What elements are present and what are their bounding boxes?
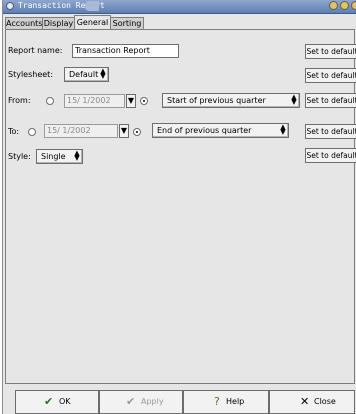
tab-general[interactable]: General xyxy=(74,15,111,30)
stylesheet-value: Default xyxy=(69,70,99,79)
close-label: Close xyxy=(314,397,336,406)
help-icon: ? xyxy=(214,395,220,408)
from-label: From: xyxy=(8,96,31,105)
from-date-field[interactable]: 15/ 1/2002 xyxy=(64,94,125,108)
report-options-window: Transaction Report Accounts Display Gene… xyxy=(2,0,356,414)
stylesheet-label: Stylesheet: xyxy=(8,70,54,79)
title-separator xyxy=(85,1,99,11)
ok-icon: ✔ xyxy=(44,395,54,408)
chevron-down-icon: ▼ xyxy=(120,126,128,135)
style-value: Single xyxy=(41,152,66,161)
from-relative-value: Start of previous quarter xyxy=(167,96,266,105)
close-window-icon[interactable] xyxy=(351,1,356,10)
general-panel: Report name: Transaction Report Set to d… xyxy=(5,29,356,384)
updown-icon: ▲ ▼ xyxy=(291,93,297,106)
style-select[interactable]: Single ▲ ▼ xyxy=(36,149,83,164)
chevron-down-icon: ▼ xyxy=(127,96,135,105)
updown-icon: ▲ ▼ xyxy=(280,123,286,136)
apply-button[interactable]: ✔ Apply xyxy=(99,390,183,414)
from-absolute-radio[interactable] xyxy=(46,97,54,105)
stylesheet-select[interactable]: Default ▲ ▼ xyxy=(64,67,109,82)
apply-label: Apply xyxy=(141,397,164,406)
style-default-button[interactable]: Set to default xyxy=(305,148,356,163)
updown-icon: ▲ ▼ xyxy=(74,149,80,162)
help-label: Help xyxy=(226,397,245,406)
dialog-button-bar: ✔ OK ✔ Apply ? Help ✕ Close xyxy=(15,390,355,414)
style-label: Style: xyxy=(8,152,31,161)
to-default-button[interactable]: Set to default xyxy=(305,124,356,139)
ok-button[interactable]: ✔ OK xyxy=(15,390,99,414)
updown-icon: ▲ ▼ xyxy=(100,67,106,80)
to-absolute-radio[interactable] xyxy=(28,128,36,136)
maximize-icon[interactable] xyxy=(340,1,349,10)
to-relative-value: End of previous quarter xyxy=(157,126,252,135)
report-name-default-button[interactable]: Set to default xyxy=(305,44,356,59)
to-relative-radio[interactable] xyxy=(133,128,141,136)
from-date-dropdown[interactable]: ▼ xyxy=(126,94,136,108)
to-date-dropdown[interactable]: ▼ xyxy=(119,124,129,138)
to-label: To: xyxy=(8,127,20,136)
window-menu-icon[interactable] xyxy=(6,2,14,10)
to-relative-select[interactable]: End of previous quarter ▲ ▼ xyxy=(152,123,289,138)
report-name-field[interactable]: Transaction Report xyxy=(72,44,179,58)
help-button[interactable]: ? Help xyxy=(183,390,269,414)
from-relative-radio[interactable] xyxy=(140,97,148,105)
stylesheet-default-button[interactable]: Set to default xyxy=(305,68,356,83)
tab-accounts[interactable]: Accounts xyxy=(5,17,43,29)
report-name-label: Report name: xyxy=(8,46,63,55)
from-default-button[interactable]: Set to default xyxy=(305,93,356,108)
to-date-field[interactable]: 15/ 1/2002 xyxy=(44,124,118,138)
tab-display[interactable]: Display xyxy=(42,17,75,29)
close-icon: ✕ xyxy=(300,395,310,408)
tab-sorting[interactable]: Sorting xyxy=(110,17,144,29)
close-button[interactable]: ✕ Close xyxy=(269,390,355,414)
apply-icon: ✔ xyxy=(126,395,136,408)
title-bar[interactable]: Transaction Report xyxy=(3,0,356,14)
ok-label: OK xyxy=(59,397,71,406)
from-relative-select[interactable]: Start of previous quarter ▲ ▼ xyxy=(162,93,300,108)
minimize-icon[interactable] xyxy=(329,1,338,10)
